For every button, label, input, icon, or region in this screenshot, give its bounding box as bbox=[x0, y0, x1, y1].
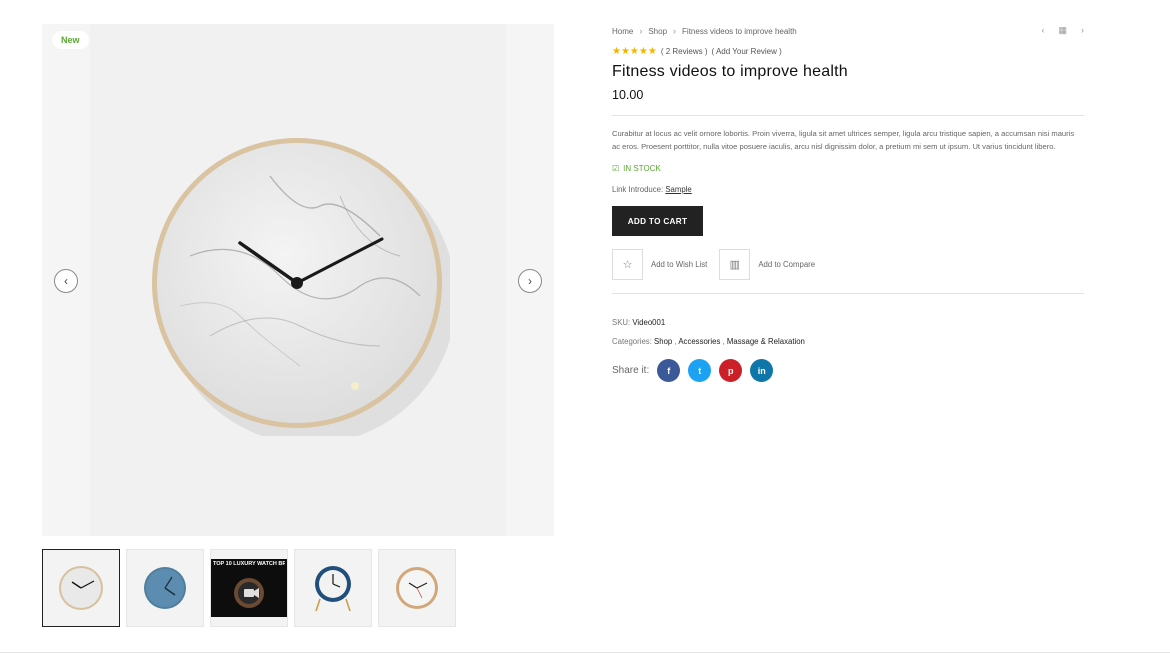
breadcrumb: Home › Shop › Fitness videos to improve … bbox=[612, 24, 1084, 38]
blue-clock-thumb bbox=[144, 567, 186, 609]
prev-product-icon[interactable]: ‹ bbox=[1041, 25, 1044, 36]
category-link-accessories[interactable]: Accessories bbox=[678, 337, 720, 346]
sku-row: SKU: Video001 bbox=[612, 318, 1084, 327]
rating-stars-icon: ★★★★★ bbox=[612, 45, 657, 57]
rating-row: ★★★★★ ( 2 Reviews ) ( Add Your Review ) bbox=[612, 45, 1084, 57]
product-title: Fitness videos to improve health bbox=[612, 63, 848, 80]
sku-value: Video001 bbox=[632, 318, 666, 327]
thumbnail-video[interactable]: TOP 10 LUXURY WATCH BRANDS bbox=[210, 549, 288, 627]
twitter-icon[interactable]: t bbox=[688, 359, 712, 382]
categories-label: Categories: bbox=[612, 337, 652, 346]
wishlist-label: Add to Wish List bbox=[651, 260, 708, 269]
wood-clock-thumb bbox=[396, 567, 438, 609]
stock-status: ☑ IN STOCK bbox=[612, 164, 1084, 173]
footer-divider bbox=[0, 652, 1170, 653]
watch-image-icon bbox=[234, 578, 264, 608]
reviews-count[interactable]: ( 2 Reviews ) bbox=[661, 47, 708, 56]
link-introduce: Link Introduce: Sample bbox=[612, 185, 1084, 194]
thumbnail-2[interactable] bbox=[126, 549, 204, 627]
bar-chart-icon: ▥ bbox=[719, 249, 751, 280]
add-review-link[interactable]: ( Add Your Review ) bbox=[712, 47, 782, 56]
thumbnail-4[interactable] bbox=[294, 549, 372, 627]
marble-clock-thumb bbox=[59, 566, 103, 610]
chevron-left-icon: ‹ bbox=[64, 274, 68, 288]
category-link-massage[interactable]: Massage & Relaxation bbox=[727, 337, 805, 346]
product-main-image: New ‹ › bbox=[42, 24, 554, 536]
linkedin-icon[interactable]: in bbox=[750, 359, 774, 382]
breadcrumb-shop[interactable]: Shop bbox=[648, 27, 667, 36]
product-actions: ☆ Add to Wish List ▥ Add to Compare bbox=[612, 249, 1084, 280]
thumbnail-1[interactable] bbox=[42, 549, 120, 627]
wall-clock-image bbox=[152, 138, 450, 436]
grid-icon[interactable]: ▦ bbox=[1058, 25, 1067, 36]
pinterest-icon[interactable]: p bbox=[719, 359, 743, 382]
chevron-right-icon: › bbox=[639, 26, 643, 36]
sku-label: SKU: bbox=[612, 318, 631, 327]
product-details: Home › Shop › Fitness videos to improve … bbox=[612, 24, 1084, 382]
add-to-cart-button[interactable]: ADD TO CART bbox=[612, 206, 703, 236]
stock-label: IN STOCK bbox=[623, 164, 661, 173]
link-introduce-label: Link Introduce: bbox=[612, 185, 664, 194]
next-product-icon[interactable]: › bbox=[1081, 25, 1084, 36]
chevron-right-icon: › bbox=[673, 26, 677, 36]
gallery-next-button[interactable]: › bbox=[518, 269, 542, 293]
breadcrumb-home[interactable]: Home bbox=[612, 27, 633, 36]
chevron-right-icon: › bbox=[528, 274, 532, 288]
product-navigation: ‹ ▦ › bbox=[1041, 25, 1084, 36]
divider bbox=[612, 115, 1084, 116]
facebook-icon[interactable]: f bbox=[657, 359, 681, 382]
product-price: 10.00 bbox=[612, 88, 644, 102]
link-introduce-value[interactable]: Sample bbox=[665, 185, 691, 194]
breadcrumb-current: Fitness videos to improve health bbox=[682, 26, 797, 36]
product-description: Curabitur at locus ac velit ornore lobor… bbox=[612, 129, 1075, 151]
compare-label: Add to Compare bbox=[758, 260, 816, 269]
star-outline-icon: ☆ bbox=[612, 249, 643, 280]
share-label: Share it: bbox=[612, 365, 650, 376]
new-badge: New bbox=[52, 31, 89, 49]
video-thumb: TOP 10 LUXURY WATCH BRANDS bbox=[211, 559, 287, 617]
share-row: Share it: f t p in bbox=[612, 359, 1084, 382]
divider bbox=[612, 293, 1084, 294]
thumbnail-strip: TOP 10 LUXURY WATCH BRANDS bbox=[42, 549, 456, 627]
add-to-wishlist-button[interactable]: ☆ Add to Wish List bbox=[612, 249, 707, 280]
add-to-compare-button[interactable]: ▥ Add to Compare bbox=[719, 249, 815, 280]
thumbnail-5[interactable] bbox=[378, 549, 456, 627]
desk-clock-thumb bbox=[315, 566, 351, 612]
categories-row: Categories: Shop , Accessories , Massage… bbox=[612, 337, 805, 346]
check-square-icon: ☑ bbox=[612, 164, 620, 173]
gallery-prev-button[interactable]: ‹ bbox=[54, 269, 78, 293]
category-link-shop[interactable]: Shop bbox=[654, 337, 672, 346]
